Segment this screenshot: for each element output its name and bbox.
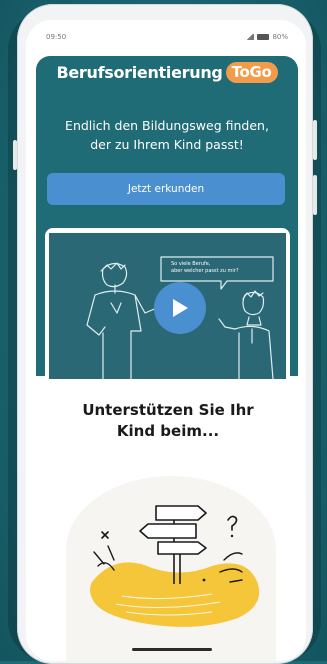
signal-icon — [245, 34, 255, 40]
speech-line-1: So viele Berufe, — [171, 261, 211, 267]
hero-subtitle-line-2: der zu Ihrem Kind passt! — [90, 137, 244, 152]
section-heading-line-1: Unterstützen Sie Ihr — [82, 401, 254, 419]
play-icon — [173, 299, 188, 317]
signpost-illustration — [90, 505, 260, 627]
speech-line-2: aber welcher passt zu mir? — [171, 268, 239, 274]
speech-bubble-text: So viele Berufe, aber welcher passt zu m… — [171, 261, 261, 275]
play-button[interactable] — [154, 282, 206, 334]
status-time: 09:50 — [46, 33, 67, 41]
hero-subtitle: Endlich den Bildungsweg finden, der zu I… — [44, 116, 290, 154]
battery-icon — [257, 34, 270, 40]
battery-percent: 80% — [272, 33, 288, 41]
app-header: Berufsorientierung ToGo — [36, 62, 298, 83]
phone-side-button-right — [313, 120, 317, 160]
section-heading-line-2: Kind beim... — [116, 422, 220, 440]
togo-badge: ToGo — [225, 62, 278, 83]
status-bar: 09:50 80% — [26, 20, 306, 52]
app-title: Berufsorientierung — [56, 63, 223, 82]
phone-side-button-right-2 — [313, 175, 317, 215]
status-indicators: 80% — [245, 33, 288, 41]
explore-button[interactable]: Jetzt erkunden — [47, 173, 285, 205]
phone-screen: 09:50 80% Berufsorientierung ToGo Endlic… — [26, 20, 306, 661]
section-heading: Unterstützen Sie Ihr Kind beim... — [56, 400, 280, 442]
home-indicator[interactable] — [132, 648, 212, 651]
hero-subtitle-line-1: Endlich den Bildungsweg finden, — [65, 118, 269, 133]
